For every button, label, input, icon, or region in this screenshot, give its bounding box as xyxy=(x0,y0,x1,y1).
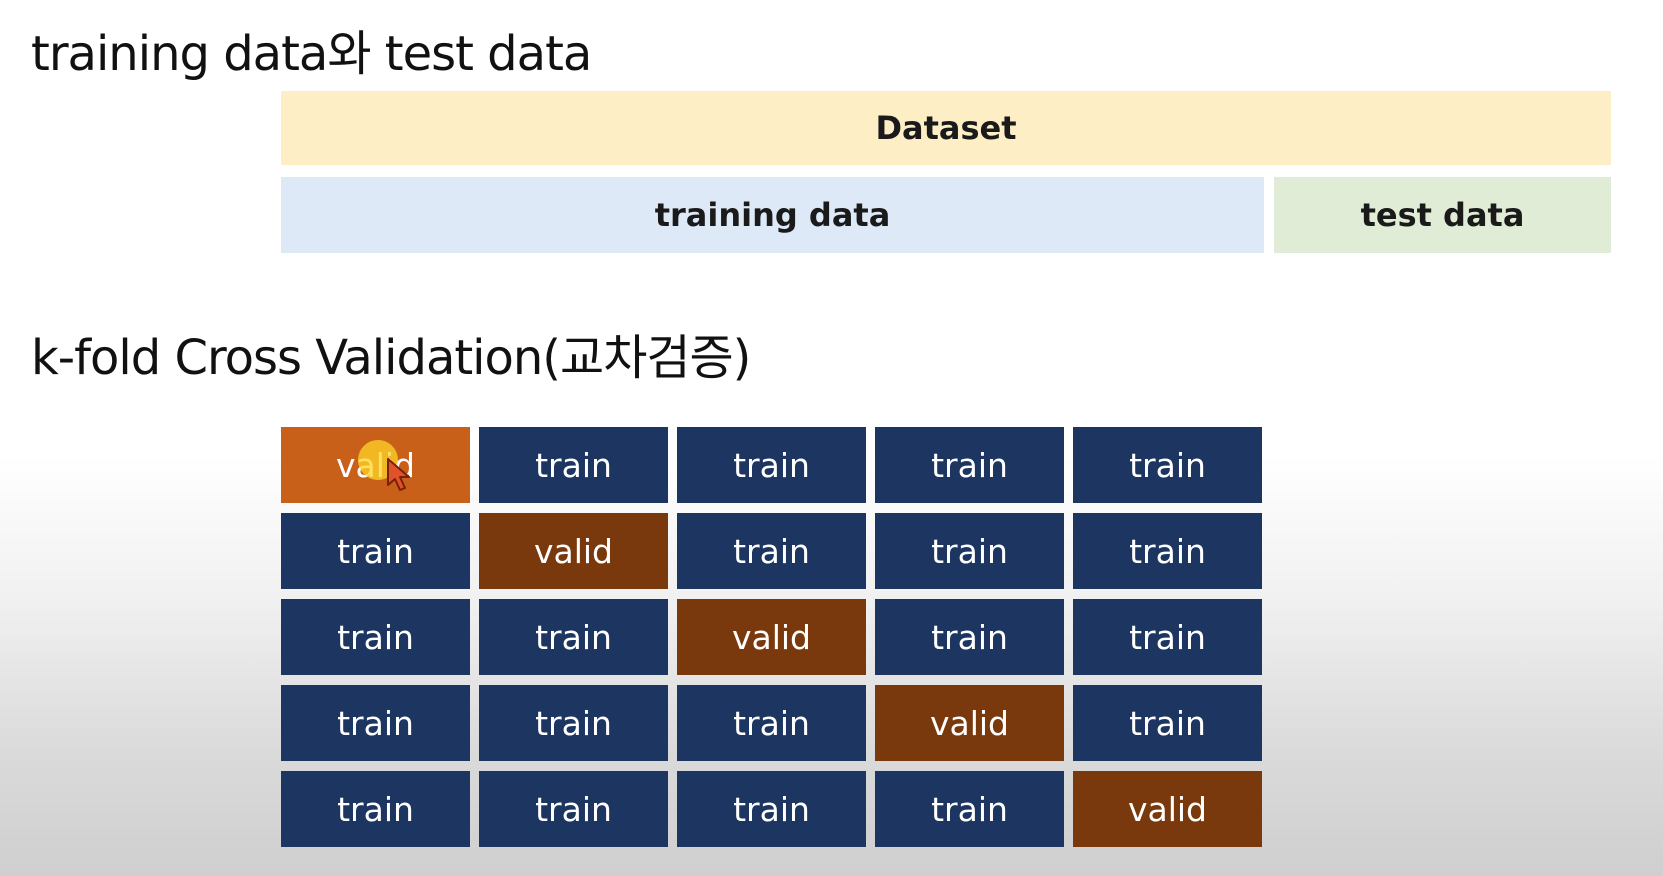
fold-cell-train: train xyxy=(479,599,668,675)
fold-cell-valid: valid xyxy=(875,685,1064,761)
fold-cell-train: train xyxy=(677,685,866,761)
fold-cell-valid: valid xyxy=(1073,771,1262,847)
fold-cell-train: train xyxy=(875,513,1064,589)
training-data-label: training data xyxy=(654,196,891,234)
fold-cell-train: train xyxy=(1073,427,1262,503)
test-data-bar: test data xyxy=(1274,177,1611,253)
cursor-arrow-icon xyxy=(387,458,410,491)
fold-cell-train: train xyxy=(281,599,470,675)
fold-cell-train: train xyxy=(281,685,470,761)
fold-cell-train: train xyxy=(1073,599,1262,675)
page-title: training data와 test data xyxy=(31,26,592,82)
fold-cell-train: train xyxy=(479,427,668,503)
fold-cell-train: train xyxy=(875,427,1064,503)
fold-cell-train: train xyxy=(479,771,668,847)
fold-cell-train: train xyxy=(281,771,470,847)
section-title-kfold: k-fold Cross Validation(교차검증) xyxy=(31,330,751,386)
fold-cell-train: train xyxy=(875,771,1064,847)
fold-cell-valid: valid xyxy=(479,513,668,589)
fold-cell-train: train xyxy=(677,771,866,847)
fold-cell-train: train xyxy=(281,513,470,589)
fold-cell-train: train xyxy=(479,685,668,761)
fold-cell-train: train xyxy=(677,427,866,503)
fold-cell-train: train xyxy=(677,513,866,589)
fold-cell-train: train xyxy=(1073,685,1262,761)
training-data-bar: training data xyxy=(281,177,1264,253)
fold-cell-train: train xyxy=(1073,513,1262,589)
test-data-label: test data xyxy=(1360,196,1525,234)
dataset-label: Dataset xyxy=(875,109,1017,147)
dataset-bar: Dataset xyxy=(281,91,1611,165)
fold-cell-valid: valid xyxy=(677,599,866,675)
kfold-grid: validtraintraintraintraintrainvalidtrain… xyxy=(281,427,1264,848)
fold-cell-train: train xyxy=(875,599,1064,675)
